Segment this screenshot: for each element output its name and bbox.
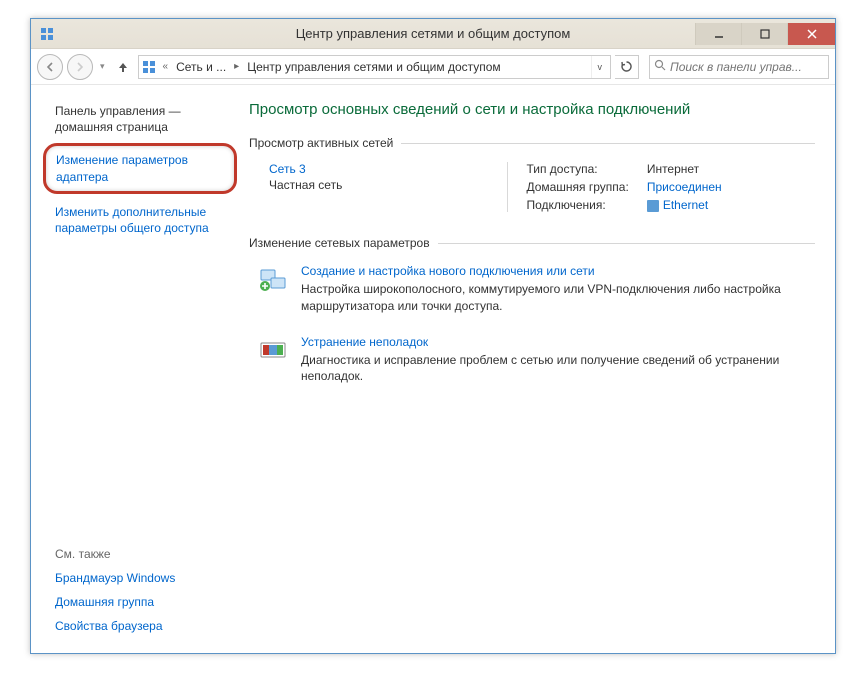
- up-button[interactable]: [112, 60, 134, 74]
- sidebar-spacer: [55, 250, 227, 547]
- troubleshoot-icon: [257, 335, 289, 367]
- ethernet-icon: [647, 200, 659, 212]
- content-body: Панель управления — домашняя страница Из…: [31, 85, 835, 653]
- maximize-button[interactable]: [741, 23, 787, 45]
- network-summary: Сеть 3 Частная сеть: [269, 162, 489, 212]
- divider: [438, 243, 815, 244]
- search-input[interactable]: [670, 60, 827, 74]
- search-box[interactable]: [649, 55, 829, 79]
- connection-link[interactable]: Ethernet: [647, 198, 807, 212]
- divider: [401, 143, 815, 144]
- new-connection-desc: Настройка широкополосного, коммутируемог…: [301, 281, 815, 315]
- active-networks-group: Просмотр активных сетей Сеть 3 Частная с…: [249, 136, 815, 216]
- access-type-value: Интернет: [647, 162, 807, 176]
- sidebar-firewall-link[interactable]: Брандмауэр Windows: [55, 571, 227, 585]
- connections-label: Подключения:: [526, 198, 628, 212]
- sidebar-homegroup-link[interactable]: Домашняя группа: [55, 595, 227, 609]
- window-controls: [695, 23, 835, 45]
- sidebar-home-link[interactable]: Панель управления — домашняя страница: [55, 103, 227, 135]
- chevron-left-left-icon: «: [161, 61, 171, 72]
- connection-name: Ethernet: [663, 198, 708, 212]
- vertical-divider: [507, 162, 508, 212]
- search-icon: [654, 59, 666, 74]
- sidebar-browser-link[interactable]: Свойства браузера: [55, 619, 227, 633]
- titlebar: Центр управления сетями и общим доступом: [31, 19, 835, 49]
- troubleshoot-desc: Диагностика и исправление проблем с сеть…: [301, 352, 815, 386]
- network-type: Частная сеть: [269, 178, 489, 192]
- option-new-connection: Создание и настройка нового подключения …: [249, 258, 815, 329]
- change-settings-title: Изменение сетевых параметров: [249, 236, 430, 250]
- new-connection-icon: [257, 264, 289, 296]
- active-networks-title: Просмотр активных сетей: [249, 136, 393, 150]
- app-icon: [39, 26, 55, 42]
- sidebar-adapter-link[interactable]: Изменение параметров адаптера: [56, 152, 224, 184]
- close-button[interactable]: [787, 23, 835, 45]
- address-dropdown-icon[interactable]: v: [591, 56, 609, 78]
- breadcrumb-seg-2[interactable]: Центр управления сетями и общим доступом: [245, 60, 503, 74]
- network-icon: [141, 59, 157, 75]
- sidebar-sharing-link[interactable]: Изменить дополнительные параметры общего…: [55, 204, 227, 236]
- history-dropdown-icon[interactable]: ▾: [97, 61, 108, 72]
- access-type-label: Тип доступа:: [526, 162, 628, 176]
- back-button[interactable]: [37, 54, 63, 80]
- main-content: Просмотр основных сведений о сети и наст…: [241, 85, 835, 653]
- sidebar: Панель управления — домашняя страница Из…: [31, 85, 241, 653]
- forward-button[interactable]: [67, 54, 93, 80]
- network-details: Тип доступа: Интернет Домашняя группа: П…: [526, 162, 807, 212]
- see-also-heading: См. также: [55, 547, 227, 561]
- minimize-button[interactable]: [695, 23, 741, 45]
- highlight-annotation: Изменение параметров адаптера: [43, 143, 237, 193]
- option-troubleshoot: Устранение неполадок Диагностика и испра…: [249, 329, 815, 400]
- window-frame: Центр управления сетями и общим доступом…: [30, 18, 836, 654]
- change-settings-group: Изменение сетевых параметров Создание и: [249, 236, 815, 399]
- breadcrumb-seg-1[interactable]: Сеть и ...: [174, 60, 228, 74]
- homegroup-link[interactable]: Присоединен: [647, 180, 807, 194]
- address-bar[interactable]: « Сеть и ... ▸ Центр управления сетями и…: [138, 55, 611, 79]
- troubleshoot-link[interactable]: Устранение неполадок: [301, 335, 815, 349]
- network-name[interactable]: Сеть 3: [269, 162, 489, 176]
- nav-toolbar: ▾ « Сеть и ... ▸ Центр управления сетями…: [31, 49, 835, 85]
- page-heading: Просмотр основных сведений о сети и наст…: [249, 101, 815, 118]
- homegroup-label: Домашняя группа:: [526, 180, 628, 194]
- new-connection-link[interactable]: Создание и настройка нового подключения …: [301, 264, 815, 278]
- chevron-right-icon: ▸: [232, 61, 241, 72]
- refresh-button[interactable]: [615, 55, 639, 79]
